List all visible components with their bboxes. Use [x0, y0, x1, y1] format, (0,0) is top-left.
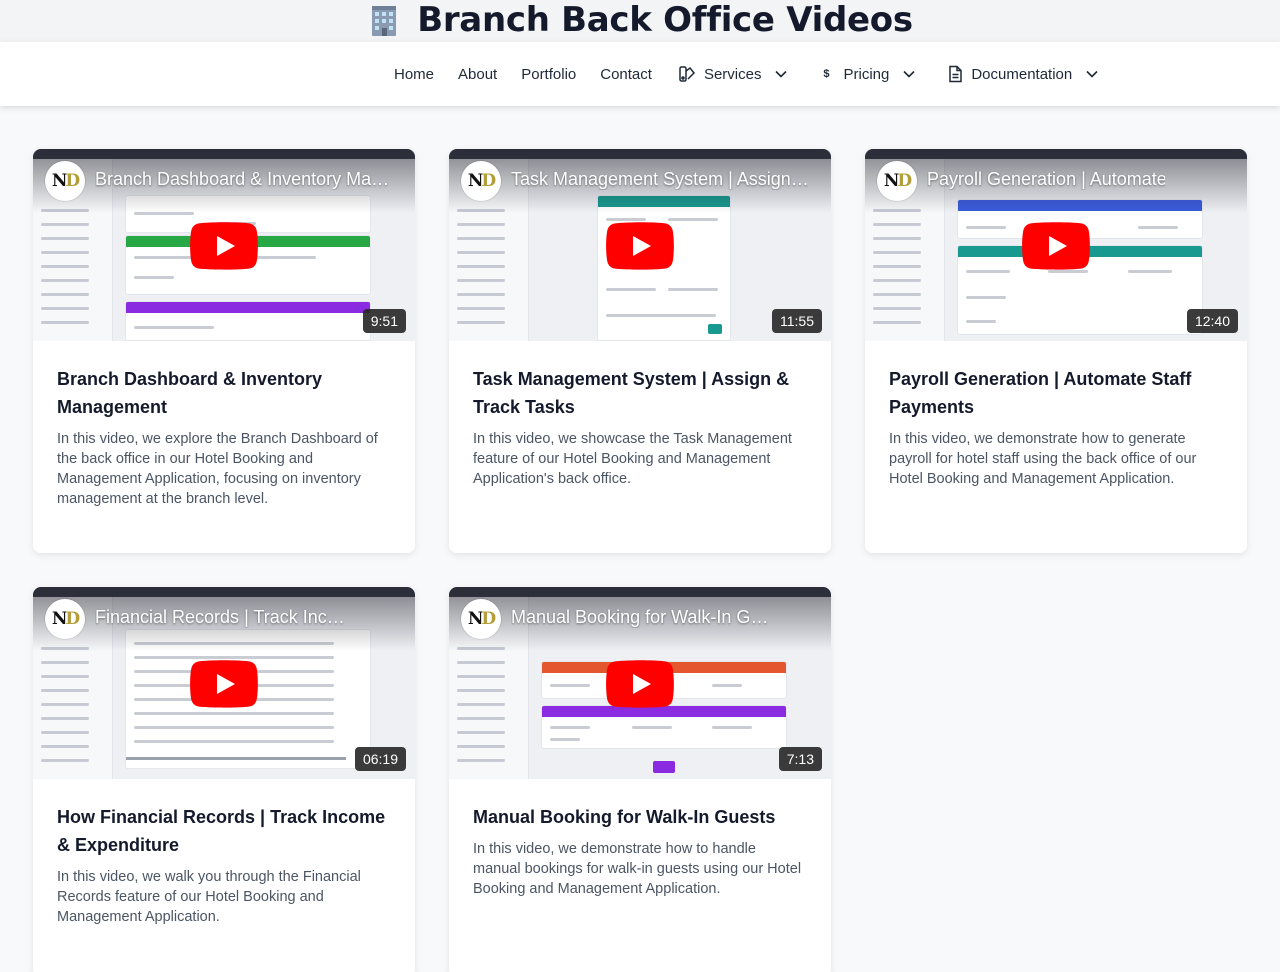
nav-portfolio-label: Portfolio: [521, 65, 577, 83]
video-overlay-title[interactable]: Financial Records | Track Income & Expen…: [95, 607, 353, 628]
nav-about-label: About: [458, 65, 498, 83]
chevron-down-icon: [903, 70, 915, 78]
video-card: ND Payroll Generation | Automate Staff P…: [865, 149, 1247, 553]
video-card: ND Financial Records | Track Income & Ex…: [33, 587, 415, 972]
nav-documentation-label: Documentation: [971, 65, 1073, 83]
nav-services[interactable]: Services: [678, 65, 788, 83]
video-title[interactable]: How Financial Records | Track Income & E…: [57, 803, 391, 859]
nav-contact[interactable]: Contact: [600, 66, 652, 83]
video-title[interactable]: Task Management System | Assign & Track …: [473, 365, 807, 421]
main-nav: Home About Portfolio Contact Services $ …: [0, 42, 1280, 106]
video-duration: 9:51: [362, 309, 406, 333]
video-thumbnail[interactable]: ND Task Management System | Assign & Tra…: [449, 149, 831, 341]
video-card: ND Task Management System | Assign & Tra…: [449, 149, 831, 553]
video-duration: 7:13: [778, 747, 822, 771]
channel-logo[interactable]: ND: [877, 161, 917, 201]
video-description: In this video, we showcase the Task Mana…: [473, 431, 792, 487]
nav-items: Home About Portfolio Contact Services $ …: [394, 42, 1122, 106]
nav-pricing-label: Pricing: [843, 65, 890, 83]
channel-logo[interactable]: ND: [461, 161, 501, 201]
video-card: ND Manual Booking for Walk-In Guests 7:1…: [449, 587, 831, 972]
chevron-down-icon: [775, 70, 788, 78]
card-body: Branch Dashboard & Inventory Management …: [33, 341, 415, 529]
video-thumbnail[interactable]: ND Manual Booking for Walk-In Guests 7:1…: [449, 587, 831, 779]
page-title-text: Branch Back Office Videos: [417, 0, 913, 40]
card-body: How Financial Records | Track Income & E…: [33, 779, 415, 947]
video-description: In this video, we explore the Branch Das…: [57, 431, 378, 507]
video-duration: 06:19: [354, 747, 406, 771]
chevron-down-icon: [1086, 70, 1098, 78]
channel-logo[interactable]: ND: [45, 161, 85, 201]
play-button-icon[interactable]: [190, 222, 258, 270]
channel-logo[interactable]: ND: [461, 599, 501, 639]
video-overlay-title[interactable]: Branch Dashboard & Inventory Management: [95, 169, 395, 190]
nav-pricing[interactable]: $ Pricing: [819, 66, 915, 83]
play-button-icon[interactable]: [1022, 222, 1090, 270]
nav-about[interactable]: About: [458, 66, 497, 83]
nav-home-label: Home: [394, 65, 435, 83]
dollar-icon: $: [823, 68, 830, 80]
video-overlay-title[interactable]: Task Management System | Assign & Track …: [511, 169, 811, 190]
video-description: In this video, we demonstrate how to gen…: [889, 431, 1197, 487]
card-body: Manual Booking for Walk-In Guests In thi…: [449, 779, 831, 919]
video-description: In this video, we demonstrate how to han…: [473, 841, 802, 897]
video-title[interactable]: Payroll Generation | Automate Staff Paym…: [889, 365, 1223, 421]
video-overlay-title[interactable]: Payroll Generation | Automate Staff Paym…: [927, 169, 1165, 190]
video-overlay-title[interactable]: Manual Booking for Walk-In Guests: [511, 607, 769, 628]
nav-home[interactable]: Home: [394, 66, 434, 83]
channel-logo[interactable]: ND: [45, 599, 85, 639]
video-card: ND Branch Dashboard & Inventory Manageme…: [33, 149, 415, 553]
video-title[interactable]: Manual Booking for Walk-In Guests: [473, 803, 807, 831]
video-duration: 12:40: [1186, 309, 1238, 333]
play-button-icon[interactable]: [190, 660, 258, 708]
page-title: Branch Back Office Videos: [367, 0, 913, 40]
nav-documentation[interactable]: Documentation: [947, 65, 1098, 83]
office-building-icon: [367, 2, 403, 38]
video-title[interactable]: Branch Dashboard & Inventory Management: [57, 365, 391, 421]
play-button-icon[interactable]: [606, 222, 674, 270]
video-thumbnail[interactable]: ND Financial Records | Track Income & Ex…: [33, 587, 415, 779]
nav-services-label: Services: [703, 65, 762, 83]
nav-contact-label: Contact: [600, 65, 652, 83]
video-thumbnail[interactable]: ND Branch Dashboard & Inventory Manageme…: [33, 149, 415, 341]
card-body: Task Management System | Assign & Track …: [449, 341, 831, 509]
nav-portfolio[interactable]: Portfolio: [521, 66, 576, 83]
card-body: Payroll Generation | Automate Staff Paym…: [865, 341, 1247, 509]
video-description: In this video, we walk you through the F…: [57, 869, 361, 925]
page-header: Branch Back Office Videos: [0, 0, 1280, 42]
video-thumbnail[interactable]: ND Payroll Generation | Automate Staff P…: [865, 149, 1247, 341]
services-icon: [679, 66, 695, 82]
play-button-icon[interactable]: [606, 660, 674, 708]
video-duration: 11:55: [772, 309, 822, 333]
document-icon: [949, 65, 963, 83]
